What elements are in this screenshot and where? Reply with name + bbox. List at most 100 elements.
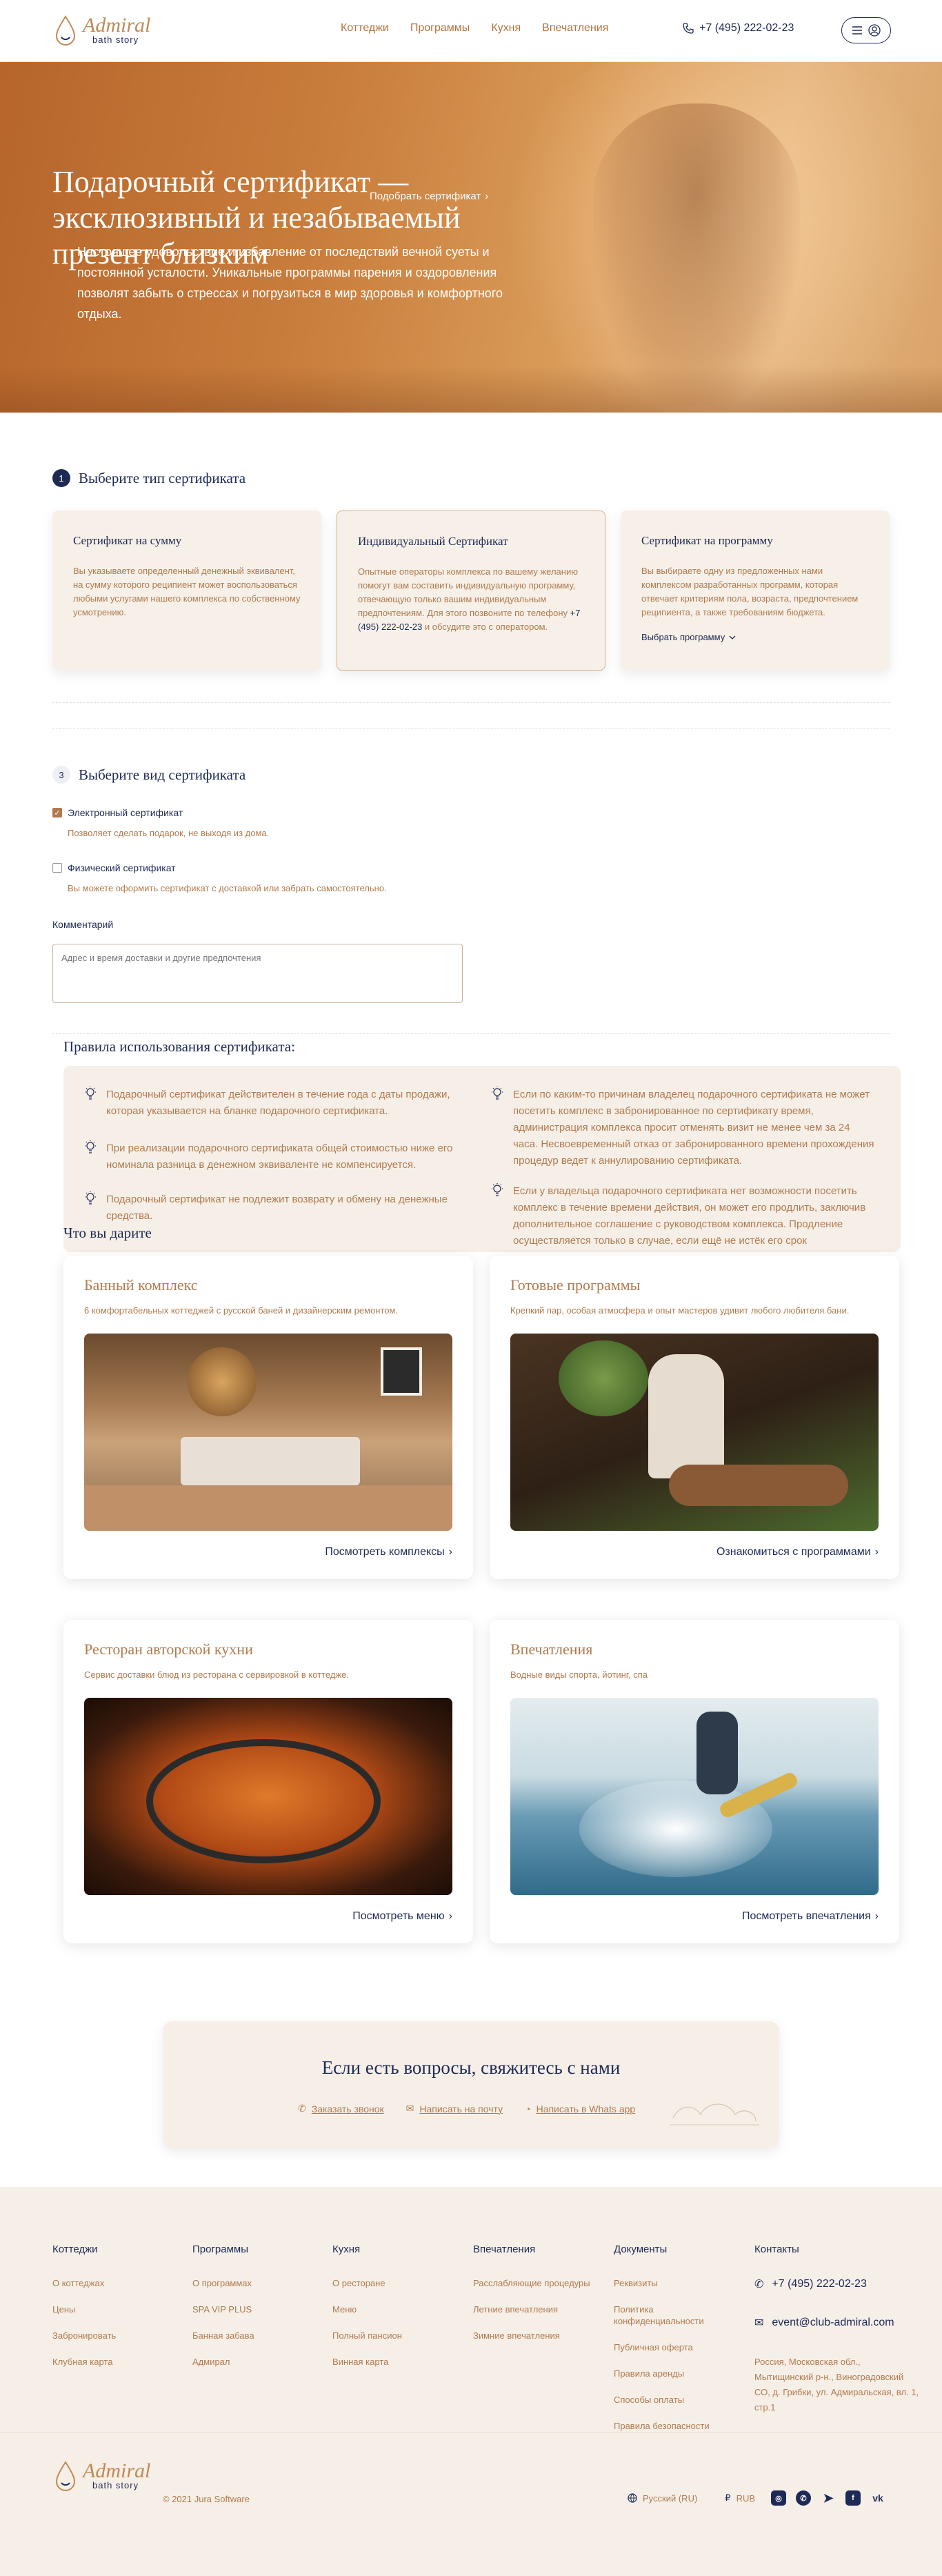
footer-link[interactable]: Зимние впечатления <box>473 2330 590 2341</box>
checkbox-checked-icon[interactable]: ✓ <box>52 808 62 818</box>
instagram-icon[interactable]: ◎ <box>771 2490 786 2506</box>
header-phone-text: +7 (495) 222-02-23 <box>699 22 794 34</box>
logo-drop-icon <box>55 2461 76 2491</box>
footer-link[interactable]: Забронировать <box>52 2330 116 2341</box>
write-whatsapp-link[interactable]: ◔ Написать в Whats app <box>525 2103 635 2114</box>
nav-item-cottages[interactable]: Коттеджи <box>341 22 389 34</box>
view-menu-link[interactable]: Посмотреть меню › <box>84 1910 452 1923</box>
footer-contacts: Контакты ✆ +7 (495) 222-02-23 ✉ event@cl… <box>754 2243 920 2415</box>
language-selector[interactable]: Русский (RU) <box>628 2493 697 2504</box>
footer-link[interactable]: О программах <box>192 2277 254 2289</box>
comment-input[interactable] <box>52 944 463 1003</box>
link-label: Посмотреть меню <box>352 1910 445 1922</box>
brand-name: Admiral <box>83 2459 151 2482</box>
footer-link[interactable]: Банная забава <box>192 2330 254 2341</box>
rule-text: Если по каким-то причинам владелец подар… <box>513 1089 874 1167</box>
brand-logo[interactable]: Admiral bath story <box>52 14 150 47</box>
footer-link[interactable]: Полный пансион <box>332 2330 402 2341</box>
rule-text: При реализации подарочного сертификата о… <box>106 1142 453 1171</box>
rule-item: Если по каким-то причинам владелец подар… <box>491 1087 877 1169</box>
footer-link[interactable]: Способы оплаты <box>614 2394 724 2406</box>
footer-link[interactable]: Меню <box>332 2303 402 2315</box>
option-label: Электронный сертификат <box>68 807 183 818</box>
divider <box>52 702 890 703</box>
footer-link[interactable]: SPA VIP PLUS <box>192 2303 254 2315</box>
footer-phone[interactable]: ✆ +7 (495) 222-02-23 <box>754 2277 920 2291</box>
nav-item-programs[interactable]: Программы <box>410 22 470 34</box>
option-sub: Позволяет сделать подарок, не выходя из … <box>68 828 270 838</box>
view-programs-link[interactable]: Ознакомиться с программами › <box>510 1546 879 1558</box>
cert-card-title: Индивидуальный Сертификат <box>358 535 508 548</box>
option-electronic-checkbox[interactable]: ✓ Электронный сертификат <box>52 807 269 818</box>
gifts-title: Что вы дарите <box>63 1225 152 1241</box>
footer-link[interactable]: Правила безопасности <box>614 2420 724 2432</box>
cert-card-amount[interactable]: Сертификат на сумму Вы указываете опреде… <box>52 511 321 671</box>
bath-master-photo <box>510 1334 879 1531</box>
footer-link[interactable]: Винная карта <box>332 2356 402 2368</box>
footer-col-title: Программы <box>192 2243 249 2255</box>
footer-link[interactable]: О ресторане <box>332 2277 402 2289</box>
write-email-link[interactable]: ✉ Написать на почту <box>406 2103 503 2114</box>
pick-certificate-label: Подобрать сертификат <box>370 190 481 202</box>
wakeboard-photo <box>510 1698 879 1895</box>
social-links: ◎ ✆ ➤ f vk <box>771 2490 885 2506</box>
view-impressions-link[interactable]: Посмотреть впечатления › <box>510 1910 879 1923</box>
footer-link[interactable]: Адмирал <box>192 2356 254 2368</box>
cert-card-text-main: Опытные операторы комплекса по вашему же… <box>358 566 578 618</box>
link-label: Написать на почту <box>419 2103 503 2114</box>
footer-logo[interactable]: Admiral bath story <box>52 2459 150 2493</box>
currency-selector[interactable]: ₽ RUB <box>725 2493 755 2504</box>
contact-box: Если есть вопросы, свяжитесь с нами ✆ За… <box>163 2021 779 2148</box>
footer-link[interactable]: О коттеджах <box>52 2277 116 2289</box>
footer-col-title: Контакты <box>754 2243 799 2255</box>
whatsapp-icon[interactable]: ✆ <box>796 2490 811 2506</box>
gift-card-programs[interactable]: Готовые программы Крепкий пар, особая ат… <box>490 1256 899 1579</box>
step-2-header: 3 Выберите вид сертификата <box>52 766 245 784</box>
footer-link[interactable]: Правила аренды <box>614 2368 724 2379</box>
facebook-icon[interactable]: f <box>845 2490 861 2506</box>
footer-link[interactable]: Реквизиты <box>614 2277 724 2289</box>
lightbulb-icon <box>491 1183 505 1249</box>
pick-certificate-link[interactable]: Подобрать сертификат › <box>370 190 488 202</box>
link-label: Посмотреть комплексы <box>325 1546 445 1558</box>
gift-card-text: 6 комфортабельных коттеджей с русской ба… <box>84 1305 399 1316</box>
header-phone[interactable]: +7 (495) 222-02-23 <box>683 22 794 34</box>
order-call-link[interactable]: ✆ Заказать звонок <box>298 2103 384 2114</box>
lightbulb-icon <box>84 1087 98 1120</box>
cert-card-individual[interactable]: Индивидуальный Сертификат Опытные операт… <box>337 511 605 671</box>
cert-card-program[interactable]: Сертификат на программу Вы выбираете одн… <box>621 511 890 671</box>
decorative-sketch-icon <box>670 2103 759 2126</box>
footer-link[interactable]: Политика конфиденциальности <box>614 2303 724 2327</box>
footer-link[interactable]: Цены <box>52 2303 116 2315</box>
currency-label: RUB <box>736 2493 756 2504</box>
rule-text: Если у владельца подарочного сертификата… <box>513 1185 866 1247</box>
gift-card-bath-complex[interactable]: Банный комплекс 6 комфортабельных коттед… <box>63 1256 473 1579</box>
view-complexes-link[interactable]: Посмотреть комплексы › <box>84 1546 452 1558</box>
footer-email[interactable]: ✉ event@club-admiral.com <box>754 2316 920 2330</box>
footer-link[interactable]: Расслабляющие процедуры <box>473 2277 590 2289</box>
chevron-right-icon: › <box>448 1546 452 1558</box>
gift-card-restaurant[interactable]: Ресторан авторской кухни Сервис доставки… <box>63 1620 473 1943</box>
gift-card-impressions[interactable]: Впечатления Водные виды спорта, йотинг, … <box>490 1620 899 1943</box>
contact-title: Если есть вопросы, свяжитесь с нами <box>321 2057 621 2078</box>
choose-program-link[interactable]: Выбрать программу <box>641 632 869 642</box>
option-physical-checkbox[interactable]: Физический сертификат <box>52 862 387 873</box>
lightbulb-icon <box>84 1140 98 1173</box>
checkbox-unchecked-icon[interactable] <box>52 863 62 873</box>
footer-col-kitchen: Кухня О ресторане Меню Полный пансион Ви… <box>332 2243 402 2382</box>
option-electronic: ✓ Электронный сертификат Позволяет сдела… <box>52 807 269 838</box>
option-physical: Физический сертификат Вы можете оформить… <box>52 862 387 893</box>
menu-profile-button[interactable] <box>841 17 891 43</box>
footer-link[interactable]: Клубная карта <box>52 2356 116 2368</box>
footer-link[interactable]: Публичная оферта <box>614 2341 724 2353</box>
site-header: Admiral bath story Коттеджи Программы Ку… <box>0 0 942 62</box>
footer-email-text: event@club-admiral.com <box>772 2317 894 2328</box>
telegram-icon[interactable]: ➤ <box>821 2490 836 2506</box>
vk-icon[interactable]: vk <box>870 2490 885 2506</box>
nav-item-kitchen[interactable]: Кухня <box>491 22 521 34</box>
footer-divider <box>0 2432 942 2433</box>
hero-banner: Подарочный сертификат — эксклюзивный и н… <box>0 62 942 413</box>
footer-link[interactable]: Летние впечатления <box>473 2303 590 2315</box>
lightbulb-icon <box>491 1087 505 1169</box>
nav-item-impressions[interactable]: Впечатления <box>542 22 608 34</box>
